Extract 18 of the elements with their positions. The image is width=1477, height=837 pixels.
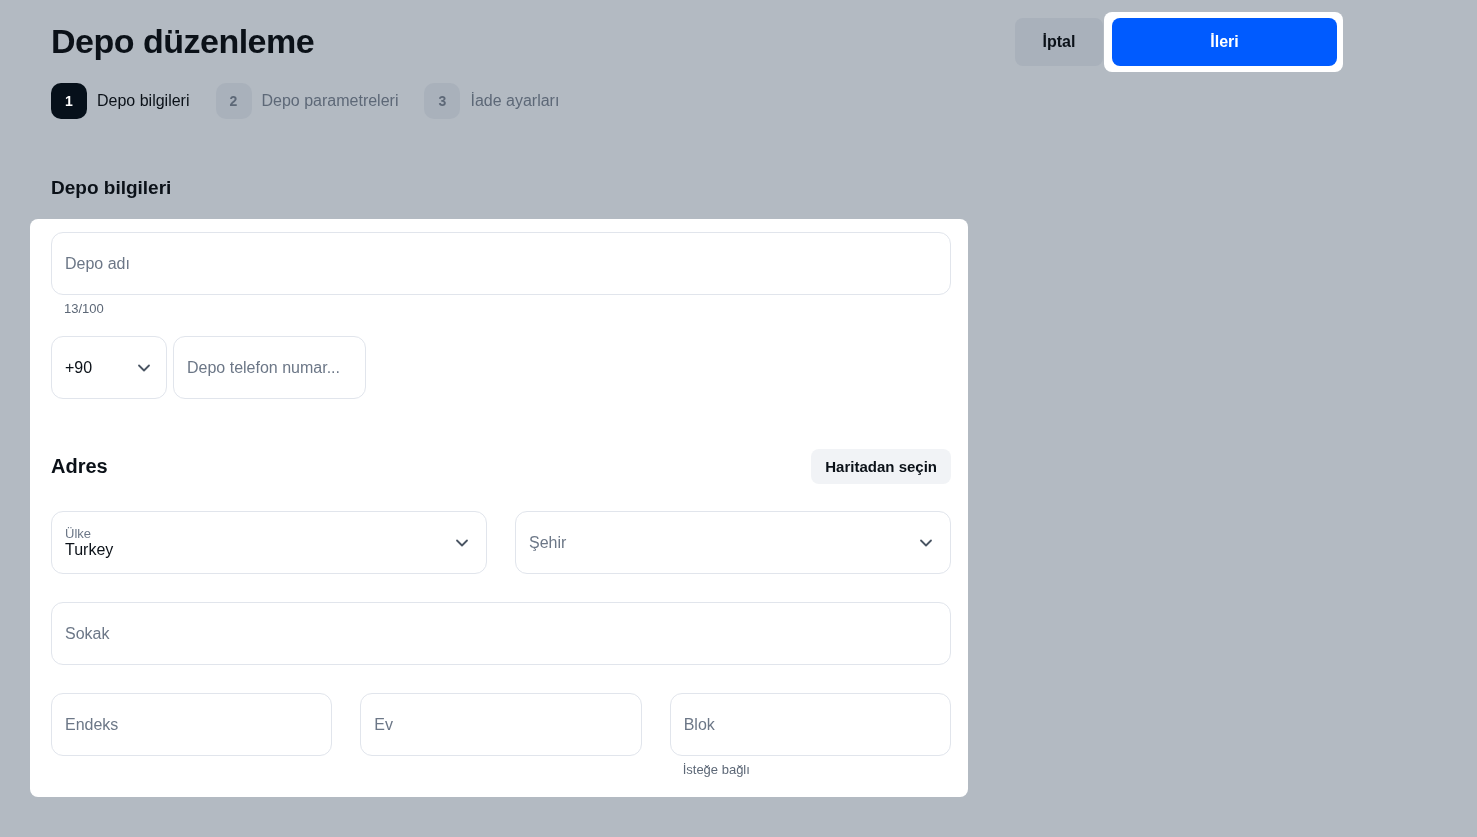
dropdown-field[interactable]: Ülke Turkey xyxy=(51,511,487,574)
address-title: Adres xyxy=(51,455,108,478)
map-select-button[interactable]: Haritadan seçin xyxy=(811,449,951,484)
phone-field[interactable]: Depo telefon numar... xyxy=(173,336,366,399)
text-field[interactable]: Ev xyxy=(360,693,642,756)
text-field[interactable]: Sokak xyxy=(51,602,951,665)
text-field[interactable]: Endeks xyxy=(51,693,333,756)
page-title: Depo düzenleme xyxy=(51,22,316,61)
cancel-button[interactable]: İptal xyxy=(1015,18,1103,66)
dropdown-field[interactable]: Şehir xyxy=(515,511,951,574)
optional-hint: İsteğe bağlı xyxy=(682,762,751,777)
name-field[interactable]: Depo adı xyxy=(51,232,951,295)
text-field[interactable]: Blok xyxy=(669,693,951,756)
step-tab[interactable]: 1 Depo bilgileri xyxy=(51,83,190,119)
section-title: Depo bilgileri xyxy=(51,177,173,199)
character-counter: 13/100 xyxy=(64,301,105,316)
country-code-select[interactable]: +90 xyxy=(51,336,167,399)
next-button[interactable]: İleri xyxy=(1112,18,1337,66)
